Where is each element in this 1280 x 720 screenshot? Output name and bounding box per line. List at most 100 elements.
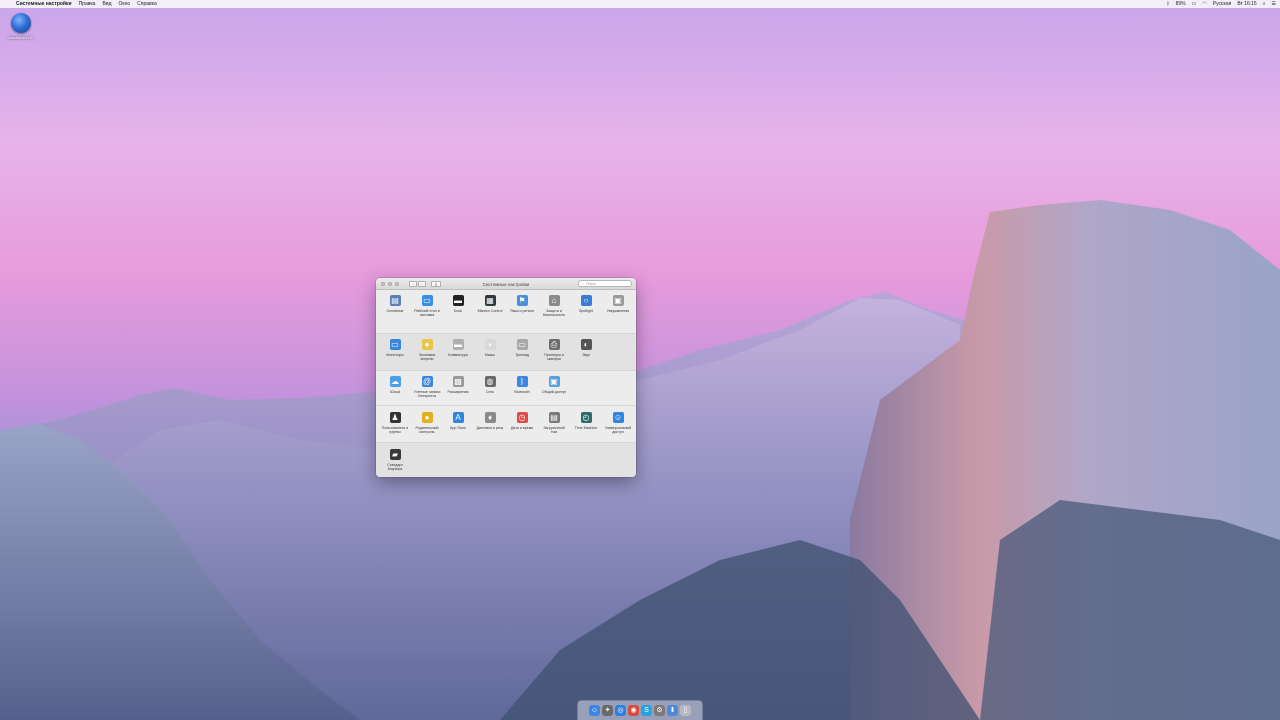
date-time-icon: ◷ xyxy=(516,412,528,423)
pref-pane-spotlight[interactable]: ○ Spotlight xyxy=(572,295,600,313)
dictation-icon: ♦ xyxy=(484,412,496,423)
bluetooth-icon: ᛒ xyxy=(516,376,528,387)
pref-pane-label: Звук xyxy=(582,353,590,357)
desktop-disk-item[interactable]: Macintosh HD xyxy=(6,13,36,40)
printer-icon: ⎙ xyxy=(548,339,560,350)
clock[interactable]: Вт 16:15 xyxy=(1237,1,1256,7)
bluetooth-status-icon[interactable]: ᛒ xyxy=(1167,1,1170,7)
pref-pane-internet-accounts[interactable]: @ Учетные записи Интернета xyxy=(413,376,441,398)
pref-pane-startup-disk[interactable]: ▤ Загрузочный том xyxy=(540,412,568,434)
pref-pane-language[interactable]: ⚑ Язык и регион xyxy=(508,295,536,313)
apple-menu-icon[interactable] xyxy=(4,1,10,7)
pref-pane-time-machine[interactable]: ◴ Time Machine xyxy=(572,412,600,430)
pref-pane-label: Стандарт Маузера xyxy=(387,463,403,472)
battery-percent[interactable]: 89% xyxy=(1176,1,1186,7)
users-icon: ♟ xyxy=(389,412,401,423)
pref-pane-parental-controls[interactable]: ● Родительский контроль xyxy=(413,412,441,434)
pref-pane-label: Bluetooth xyxy=(514,390,530,394)
menu-help[interactable]: Справка xyxy=(137,1,157,7)
pref-pane-label: Защита и безопасность xyxy=(542,309,566,318)
pref-pane-extensions[interactable]: ▩ Расширения xyxy=(444,376,472,394)
icloud-icon: ☁ xyxy=(389,376,401,387)
mouse-standard-icon: ▰ xyxy=(389,449,401,460)
security-icon: ⌂ xyxy=(548,295,560,306)
dock-trash-icon[interactable]: ▯ xyxy=(680,705,691,716)
pref-pane-keyboard[interactable]: ▬ Клавиатура xyxy=(444,339,472,357)
pref-pane-mouse-standard[interactable]: ▰ Стандарт Маузера xyxy=(381,449,409,471)
prefs-section-hardware: ▭ Мониторы ● Экономия энергии ▬ Клавиатура ◗ Мы… xyxy=(376,334,636,371)
pref-pane-sound[interactable]: ◐ Звук xyxy=(572,339,600,357)
dock-finder-icon[interactable]: ☺ xyxy=(589,705,600,716)
pref-pane-label: Универсальный доступ xyxy=(604,426,632,435)
desktop-wallpaper xyxy=(0,0,1280,720)
pref-pane-network[interactable]: ◍ Сеть xyxy=(476,376,504,394)
dock-launchpad-icon[interactable]: ✦ xyxy=(602,705,613,716)
menu-view[interactable]: Вид xyxy=(102,1,111,7)
prefs-section-other: ▰ Стандарт Маузера xyxy=(376,443,636,477)
menu-edit[interactable]: Правка xyxy=(79,1,96,7)
pref-pane-accessibility[interactable]: ☺ Универсальный доступ xyxy=(604,412,632,434)
menu-app-name[interactable]: Системные настройки xyxy=(16,1,72,7)
pref-pane-label: Spotlight xyxy=(579,309,593,313)
pref-pane-label: Клавиатура xyxy=(448,353,468,357)
pref-pane-trackpad[interactable]: ▭ Трекпад xyxy=(508,339,536,357)
dock-skype-icon[interactable]: S xyxy=(641,705,652,716)
pref-pane-label: Рабочий стол и заставка xyxy=(414,309,440,318)
pref-pane-energy[interactable]: ● Экономия энергии xyxy=(413,339,441,361)
trackpad-icon: ▭ xyxy=(516,339,528,350)
dock-system-preferences-icon[interactable]: ⚙ xyxy=(654,705,665,716)
disk-icon xyxy=(11,13,31,33)
pref-pane-mouse[interactable]: ◗ Мышь xyxy=(476,339,504,357)
search-icon[interactable]: ⌕ xyxy=(1263,1,1266,7)
pref-pane-desktop[interactable]: ▭ Рабочий стол и заставка xyxy=(413,295,441,317)
pref-pane-label: Dock xyxy=(453,309,463,313)
zoom-button[interactable] xyxy=(395,281,399,286)
search-icon: ⌕ xyxy=(582,282,584,286)
dock-downloads-icon[interactable]: ⬇ xyxy=(667,705,678,716)
battery-icon[interactable]: ▭ xyxy=(1192,1,1197,7)
energy-icon: ● xyxy=(421,339,433,350)
pref-pane-app-store[interactable]: A App Store xyxy=(444,412,472,430)
pref-pane-label: App Store xyxy=(450,426,466,430)
pref-pane-security[interactable]: ⌂ Защита и безопасность xyxy=(540,295,568,317)
pref-pane-label: Дата и время xyxy=(510,426,534,430)
minimize-button[interactable] xyxy=(388,281,392,286)
pref-pane-icloud[interactable]: ☁ iCloud xyxy=(381,376,409,394)
show-all-button[interactable]: ⠿ xyxy=(431,280,441,287)
window-controls xyxy=(381,281,399,286)
search-field[interactable]: ⌕ Поиск xyxy=(578,280,632,287)
window-titlebar[interactable]: ‹ › ⠿ Системные настройки ⌕ Поиск xyxy=(376,278,636,290)
app-store-icon: A xyxy=(452,412,464,423)
notifications-icon: ▣ xyxy=(612,295,624,306)
search-placeholder: Поиск xyxy=(585,282,596,286)
dock-chrome-icon[interactable]: ◉ xyxy=(628,705,639,716)
pref-pane-label: Родительский контроль xyxy=(415,426,439,435)
back-button[interactable]: ‹ xyxy=(409,280,417,287)
pref-pane-sharing[interactable]: ▣ Общий доступ xyxy=(540,376,568,394)
wifi-icon[interactable]: ◠ xyxy=(1202,1,1206,7)
pref-pane-dictation[interactable]: ♦ Диктовка и речь xyxy=(476,412,504,430)
pref-pane-notifications[interactable]: ▣ Уведомления xyxy=(604,295,632,313)
notification-center-icon[interactable]: ☰ xyxy=(1272,1,1276,7)
pref-pane-users[interactable]: ♟ Пользователи и группы xyxy=(381,412,409,434)
pref-pane-label: Time Machine xyxy=(574,426,598,430)
close-button[interactable] xyxy=(381,281,385,286)
dock-safari-icon[interactable]: ◎ xyxy=(615,705,626,716)
spotlight-icon: ○ xyxy=(580,295,592,306)
pref-pane-dock[interactable]: ▬ Dock xyxy=(444,295,472,313)
pref-pane-mission-control[interactable]: ▦ Mission Control xyxy=(476,295,504,313)
prefs-section-internet: ☁ iCloud @ Учетные записи Интернета ▩ Расшире… xyxy=(376,371,636,406)
disk-label: Macintosh HD xyxy=(8,35,34,40)
dock-icon: ▬ xyxy=(452,295,464,306)
pref-pane-printer[interactable]: ⎙ Принтеры и сканеры xyxy=(540,339,568,361)
pref-pane-date-time[interactable]: ◷ Дата и время xyxy=(508,412,536,430)
pref-pane-general[interactable]: ▤ Основные xyxy=(381,295,409,313)
pref-pane-displays[interactable]: ▭ Мониторы xyxy=(381,339,409,357)
forward-button[interactable]: › xyxy=(418,280,426,287)
menu-window[interactable]: Окно xyxy=(119,1,131,7)
pref-pane-label: Mission Control xyxy=(477,309,503,313)
internet-accounts-icon: @ xyxy=(421,376,433,387)
pref-pane-bluetooth[interactable]: ᛒ Bluetooth xyxy=(508,376,536,394)
input-source-label[interactable]: Русская xyxy=(1213,1,1232,7)
startup-disk-icon: ▤ xyxy=(548,412,560,423)
